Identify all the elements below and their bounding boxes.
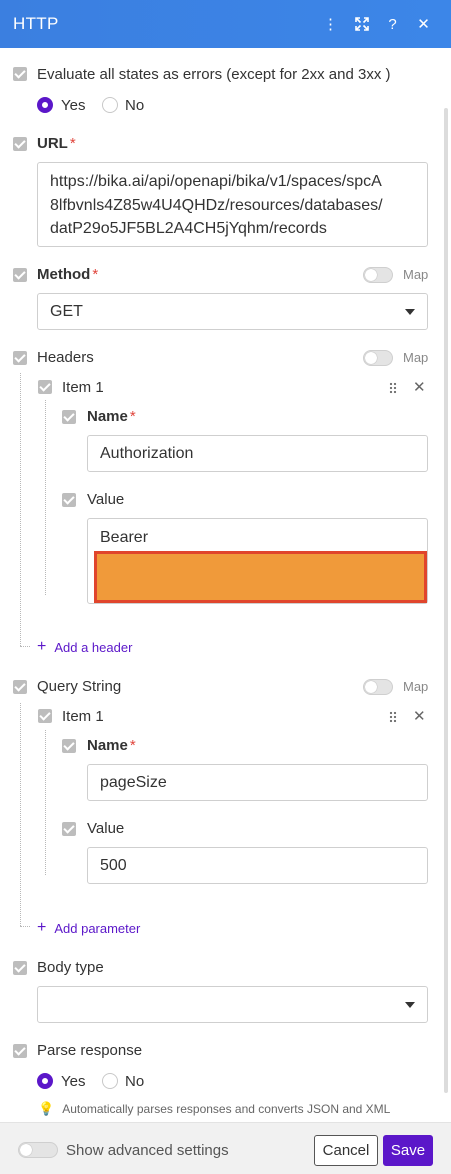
plus-icon: + [37, 638, 47, 655]
remove-header-icon[interactable]: ✕ [413, 378, 426, 396]
evaluate-label: Evaluate all states as errors (except fo… [37, 66, 391, 83]
evaluate-yes-label: Yes [61, 97, 86, 114]
drag-handle-icon[interactable] [389, 711, 397, 723]
query-tree-end [20, 926, 30, 927]
add-header-button[interactable]: + Add a header [37, 638, 132, 656]
query-value-input[interactable]: 500 [87, 847, 428, 884]
help-icon[interactable]: ? [377, 0, 408, 48]
panel-body: Evaluate all states as errors (except fo… [0, 48, 451, 1122]
evaluate-no-radio[interactable] [102, 97, 118, 113]
query-value-text: 500 [100, 856, 127, 874]
more-options-icon[interactable]: ⋮ [315, 0, 346, 48]
url-line-3: datP29o5JF5BL2A4CH5jYqhm/records [50, 220, 327, 237]
add-header-label: Add a header [54, 639, 133, 655]
query-name-input[interactable]: pageSize [87, 764, 428, 801]
method-map-toggle[interactable] [363, 267, 393, 283]
plus-icon: + [37, 919, 47, 936]
parse-yes-label: Yes [61, 1073, 86, 1090]
query-item-label: Item 1 [62, 708, 104, 725]
method-map-label: Map [403, 267, 429, 282]
header-item-tree-line [45, 400, 46, 595]
query-value-label: Value [87, 820, 125, 837]
evaluate-no-label: No [125, 97, 145, 114]
method-label: Method * [37, 266, 99, 283]
header-item-checkbox[interactable] [38, 380, 52, 394]
parse-response-label: Parse response [37, 1042, 143, 1059]
expand-icon[interactable] [346, 0, 377, 48]
advanced-settings-toggle[interactable] [18, 1142, 58, 1158]
scrollbar[interactable] [444, 108, 448, 1093]
method-checkbox[interactable] [13, 268, 27, 282]
query-value-checkbox[interactable] [62, 822, 76, 836]
header-name-input[interactable]: Authorization [87, 435, 428, 472]
drag-handle-icon[interactable] [389, 382, 397, 394]
header-name-checkbox[interactable] [62, 410, 76, 424]
headers-map-toggle[interactable] [363, 350, 393, 366]
query-item-tree-line [45, 730, 46, 875]
save-button[interactable]: Save [383, 1135, 433, 1166]
headers-tree-line [20, 373, 21, 646]
query-map-label: Map [403, 679, 429, 694]
query-checkbox[interactable] [13, 680, 27, 694]
query-name-value: pageSize [100, 773, 167, 791]
parse-hint: 💡 Automatically parses responses and con… [38, 1101, 390, 1117]
parse-no-label: No [125, 1073, 145, 1090]
headers-label: Headers [37, 349, 94, 366]
query-name-label: Name * [87, 737, 136, 754]
evaluate-checkbox[interactable] [13, 67, 27, 81]
add-parameter-label: Add parameter [54, 920, 141, 936]
query-tree-line [20, 703, 21, 926]
query-map-toggle[interactable] [363, 679, 393, 695]
panel-title: HTTP [13, 14, 59, 33]
header-name-label: Name * [87, 408, 136, 425]
parse-no-radio[interactable] [102, 1073, 118, 1089]
headers-checkbox[interactable] [13, 351, 27, 365]
cancel-button[interactable]: Cancel [314, 1135, 378, 1166]
redacted-token [94, 551, 427, 603]
parse-yes-radio[interactable] [37, 1073, 53, 1089]
method-value: GET [50, 302, 83, 320]
header-value-text: Bearer [100, 529, 149, 546]
panel-header: HTTP ⋮ ? ✕ [0, 0, 451, 48]
url-label: URL * [37, 135, 76, 152]
evaluate-yes-radio[interactable] [37, 97, 53, 113]
body-type-label: Body type [37, 959, 104, 976]
advanced-settings-label: Show advanced settings [66, 1142, 229, 1159]
url-checkbox[interactable] [13, 137, 27, 151]
chevron-down-icon [405, 1001, 415, 1008]
parse-hint-text: Automatically parses responses and conve… [62, 1102, 391, 1116]
method-select[interactable]: GET [37, 293, 428, 330]
chevron-down-icon [405, 308, 415, 315]
add-parameter-button[interactable]: + Add parameter [37, 919, 140, 937]
header-value-label: Value [87, 491, 125, 508]
header-item-label: Item 1 [62, 379, 104, 396]
query-label: Query String [37, 678, 122, 695]
header-value-checkbox[interactable] [62, 493, 76, 507]
body-type-select[interactable] [37, 986, 428, 1023]
lightbulb-icon: 💡 [38, 1101, 55, 1116]
url-line-1: https://bika.ai/api/openapi/bika/v1/spac… [50, 173, 382, 190]
headers-map-label: Map [403, 350, 429, 365]
query-name-checkbox[interactable] [62, 739, 76, 753]
header-actions: ⋮ ? ✕ [315, 0, 439, 48]
url-input[interactable]: https://bika.ai/api/openapi/bika/v1/spac… [37, 162, 428, 247]
query-item-checkbox[interactable] [38, 709, 52, 723]
parse-response-checkbox[interactable] [13, 1044, 27, 1058]
close-icon[interactable]: ✕ [408, 0, 439, 48]
body-type-checkbox[interactable] [13, 961, 27, 975]
remove-parameter-icon[interactable]: ✕ [413, 707, 426, 725]
header-name-value: Authorization [100, 444, 194, 462]
panel-footer: Show advanced settings Cancel Save [0, 1122, 451, 1174]
url-line-2: 8lfbvnls4Z85w4U4QHDz/resources/databases… [50, 196, 383, 214]
headers-tree-end [20, 646, 30, 647]
